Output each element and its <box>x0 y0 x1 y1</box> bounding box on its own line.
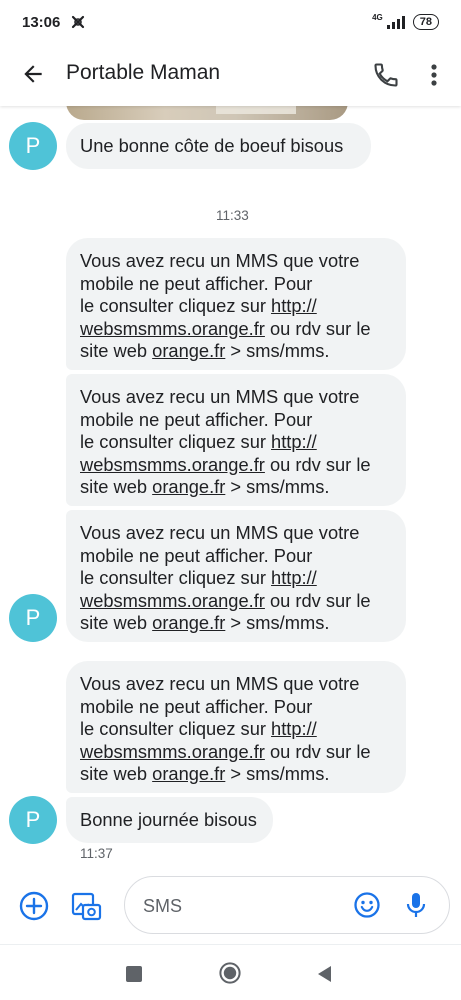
message-line: ou rdv sur le <box>264 453 371 475</box>
avatar-letter: P <box>25 133 41 158</box>
emoji-icon[interactable] <box>353 891 381 919</box>
gallery-camera-icon[interactable] <box>70 890 102 922</box>
sms-input[interactable] <box>141 891 335 921</box>
message-line: > sms/mms. <box>225 476 330 497</box>
message-line: mobile ne peut afficher. Pour <box>80 272 313 294</box>
network-type: 4G <box>372 13 383 22</box>
message-line: mobile ne peut afficher. Pour <box>80 544 313 566</box>
message-line: Vous avez recu un MMS que votre <box>80 673 360 694</box>
message-bubble[interactable]: Vous avez recu un MMS que votre mobile n… <box>66 238 406 370</box>
message-line: site web <box>80 340 153 361</box>
message-line: site web <box>80 612 153 633</box>
message-line: Vous avez recu un MMS que votre <box>80 522 360 543</box>
message-link[interactable]: websmsmms.orange.fr <box>80 741 265 762</box>
message-link[interactable]: http:// <box>271 718 317 739</box>
message-link[interactable]: websmsmms.orange.fr <box>80 318 265 339</box>
message-link[interactable]: orange.fr <box>152 612 225 633</box>
message-line: ou rdv sur le <box>264 740 371 762</box>
message-line: site web <box>80 763 153 784</box>
recent-apps-icon[interactable] <box>126 966 142 982</box>
conversation-title: Portable Maman <box>66 61 221 84</box>
app-bar: Portable Maman <box>0 44 461 106</box>
system-back-icon[interactable] <box>315 964 333 984</box>
message-text: Une bonne côte de boeuf bisous <box>80 135 344 156</box>
phone-call-icon[interactable] <box>372 61 400 89</box>
app-notification-icon <box>72 15 85 29</box>
message-timestamp: 11:37 <box>80 846 113 861</box>
message-text: Bonne journée bisous <box>80 809 257 830</box>
message-line: mobile ne peut afficher. Pour <box>80 695 313 717</box>
microphone-icon[interactable] <box>405 891 427 919</box>
contact-avatar[interactable]: P <box>9 122 57 170</box>
message-link[interactable]: websmsmms.orange.fr <box>80 590 265 611</box>
add-circle-icon[interactable] <box>18 890 50 922</box>
message-link[interactable]: orange.fr <box>152 763 225 784</box>
battery-icon: 78 <box>412 14 439 30</box>
message-line: site web <box>80 476 153 497</box>
system-nav-bar <box>0 944 461 1000</box>
message-line: ou rdv sur le <box>264 589 371 611</box>
message-bubble[interactable]: Vous avez recu un MMS que votre mobile n… <box>66 510 406 642</box>
time-divider: 11:33 <box>216 208 249 223</box>
back-arrow-icon[interactable] <box>20 61 46 87</box>
battery-level: 78 <box>419 16 432 28</box>
message-link[interactable]: websmsmms.orange.fr <box>80 454 265 475</box>
avatar-letter: P <box>25 605 41 630</box>
contact-avatar[interactable]: P <box>9 796 57 844</box>
message-line: mobile ne peut afficher. Pour <box>80 408 313 430</box>
status-bar: 13:06 4G 78 <box>0 0 461 44</box>
message-bubble[interactable]: Une bonne côte de boeuf bisous <box>66 123 371 169</box>
message-line: le consulter cliquez sur <box>80 431 272 452</box>
message-line: Vous avez recu un MMS que votre <box>80 250 360 271</box>
message-link[interactable]: orange.fr <box>152 340 225 361</box>
message-link[interactable]: http:// <box>271 567 317 588</box>
home-icon[interactable] <box>219 962 241 984</box>
message-composer <box>0 868 461 944</box>
avatar-letter: P <box>25 807 41 832</box>
message-line: > sms/mms. <box>225 340 330 361</box>
message-link[interactable]: http:// <box>271 431 317 452</box>
message-line: Vous avez recu un MMS que votre <box>80 386 360 407</box>
status-time: 13:06 <box>22 13 61 31</box>
message-bubble[interactable]: Vous avez recu un MMS que votre mobile n… <box>66 374 406 506</box>
message-line: > sms/mms. <box>225 612 330 633</box>
message-bubble[interactable]: Vous avez recu un MMS que votre mobile n… <box>66 661 406 793</box>
signal-icon <box>386 15 405 29</box>
more-options-icon[interactable] <box>424 61 444 89</box>
message-link[interactable]: orange.fr <box>152 476 225 497</box>
message-line: le consulter cliquez sur <box>80 295 272 316</box>
message-bubble[interactable]: Bonne journée bisous <box>66 797 273 843</box>
contact-avatar[interactable]: P <box>9 594 57 642</box>
message-line: le consulter cliquez sur <box>80 567 272 588</box>
message-link[interactable]: http:// <box>271 295 317 316</box>
message-line: ou rdv sur le <box>264 317 371 339</box>
message-line: > sms/mms. <box>225 763 330 784</box>
message-input-field[interactable] <box>124 876 450 934</box>
message-line: le consulter cliquez sur <box>80 718 272 739</box>
